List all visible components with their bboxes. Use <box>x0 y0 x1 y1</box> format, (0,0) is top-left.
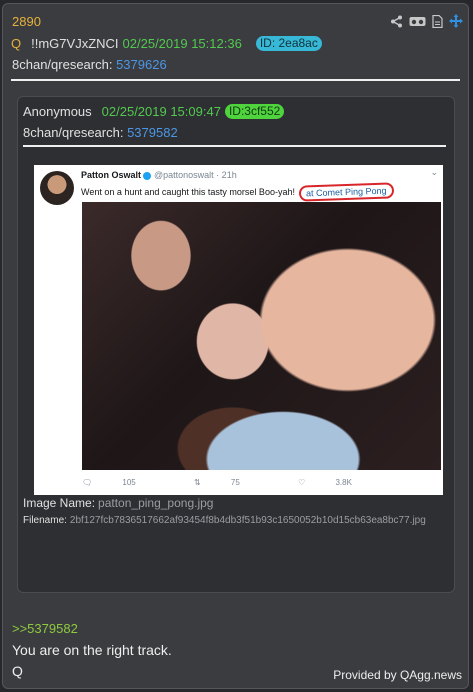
filename-label: Filename: <box>23 515 67 526</box>
post-number[interactable]: 2890 <box>12 14 41 29</box>
quoted-id-badge[interactable]: ID:3cf552 <box>224 104 285 119</box>
retweet-count-value: 75 <box>230 478 240 487</box>
filename-line: Filename: 2bf127fcb7836517662af93454f8b4d… <box>23 515 426 526</box>
quoted-header: Anonymous 02/25/2019 15:09:47 ID:3cf552 <box>23 104 285 119</box>
tripcode: !!mG7VJxZNCI <box>31 36 119 51</box>
share-icon[interactable] <box>390 15 403 28</box>
quoted-board-link[interactable]: 5379582 <box>127 125 178 140</box>
post-signature: Q <box>12 663 23 679</box>
tweet-text: Went on a hunt and caught this tasty mor… <box>81 182 394 202</box>
attached-image[interactable]: Patton Oswalt @pattonoswalt · 21h ⌄ Went … <box>34 165 443 495</box>
post-actions <box>390 14 463 28</box>
image-name-value: patton_ping_pong.jpg <box>98 496 214 510</box>
image-name-label: Image Name: <box>23 496 96 510</box>
document-icon[interactable] <box>432 14 443 28</box>
provided-by-footer[interactable]: Provided by QAgg.news <box>333 668 462 682</box>
quoted-divider <box>23 145 446 147</box>
board-line: 8chan/qresearch: 5379626 <box>12 57 167 72</box>
q-marker: Q <box>11 36 22 51</box>
vr-goggles-icon[interactable] <box>409 16 426 27</box>
retweet-icon: ⇅ <box>193 478 201 487</box>
quoted-board-line: 8chan/qresearch: 5379582 <box>23 125 178 140</box>
post-card: 2890 Q !!mG7VJxZNCI 02/25/2019 15:12:36 … <box>2 3 469 689</box>
quoted-date: 02/25/2019 15:09:47 <box>101 104 221 119</box>
reply-reference-link[interactable]: >>5379582 <box>12 621 78 636</box>
tweet-author: Patton Oswalt @pattonoswalt · 21h <box>81 170 237 180</box>
reply-icon: 🗨 <box>82 478 93 487</box>
tweet-handle: @pattonoswalt · 21h <box>154 170 237 180</box>
tweet-photo <box>82 202 441 470</box>
post-header: Q !!mG7VJxZNCI 02/25/2019 15:12:36 ID: 2… <box>11 36 322 51</box>
tweet-body: Went on a hunt and caught this tasty mor… <box>81 187 295 197</box>
post-date: 02/25/2019 15:12:36 <box>122 36 242 51</box>
board-post-link[interactable]: 5379626 <box>116 57 167 72</box>
tweet-author-name: Patton Oswalt <box>81 170 142 180</box>
like-count-value: 3.8K <box>335 478 352 487</box>
reply-count-value: 105 <box>122 478 136 487</box>
retweet-count: ⇅ 75 <box>194 478 268 487</box>
post-message: You are on the right track. <box>12 642 172 658</box>
move-arrows-icon[interactable] <box>449 14 463 28</box>
tweet-stats: 🗨 105 ⇅ 75 ♡ 3.8K <box>82 478 408 487</box>
like-count: ♡ 3.8K <box>298 478 380 487</box>
tweet-location-highlight: at Comet Ping Pong <box>298 182 394 202</box>
heart-icon: ♡ <box>298 478 306 487</box>
quoted-author: Anonymous <box>23 104 92 119</box>
id-badge[interactable]: ID: 2ea8ac <box>255 36 322 51</box>
quoted-post: Anonymous 02/25/2019 15:09:47 ID:3cf552 … <box>17 96 455 593</box>
chevron-down-icon: ⌄ <box>430 167 438 177</box>
image-name-line: Image Name: patton_ping_pong.jpg <box>23 496 213 510</box>
header-divider <box>11 79 460 81</box>
verified-icon <box>143 171 152 180</box>
board-label: 8chan/qresearch: <box>12 57 113 72</box>
reply-count: 🗨 105 <box>82 478 164 487</box>
filename-value: 2bf127fcb7836517662af93454f8b4db3f51b93c… <box>69 515 426 526</box>
quoted-board-label: 8chan/qresearch: <box>23 125 124 140</box>
tweet-avatar <box>40 171 74 205</box>
